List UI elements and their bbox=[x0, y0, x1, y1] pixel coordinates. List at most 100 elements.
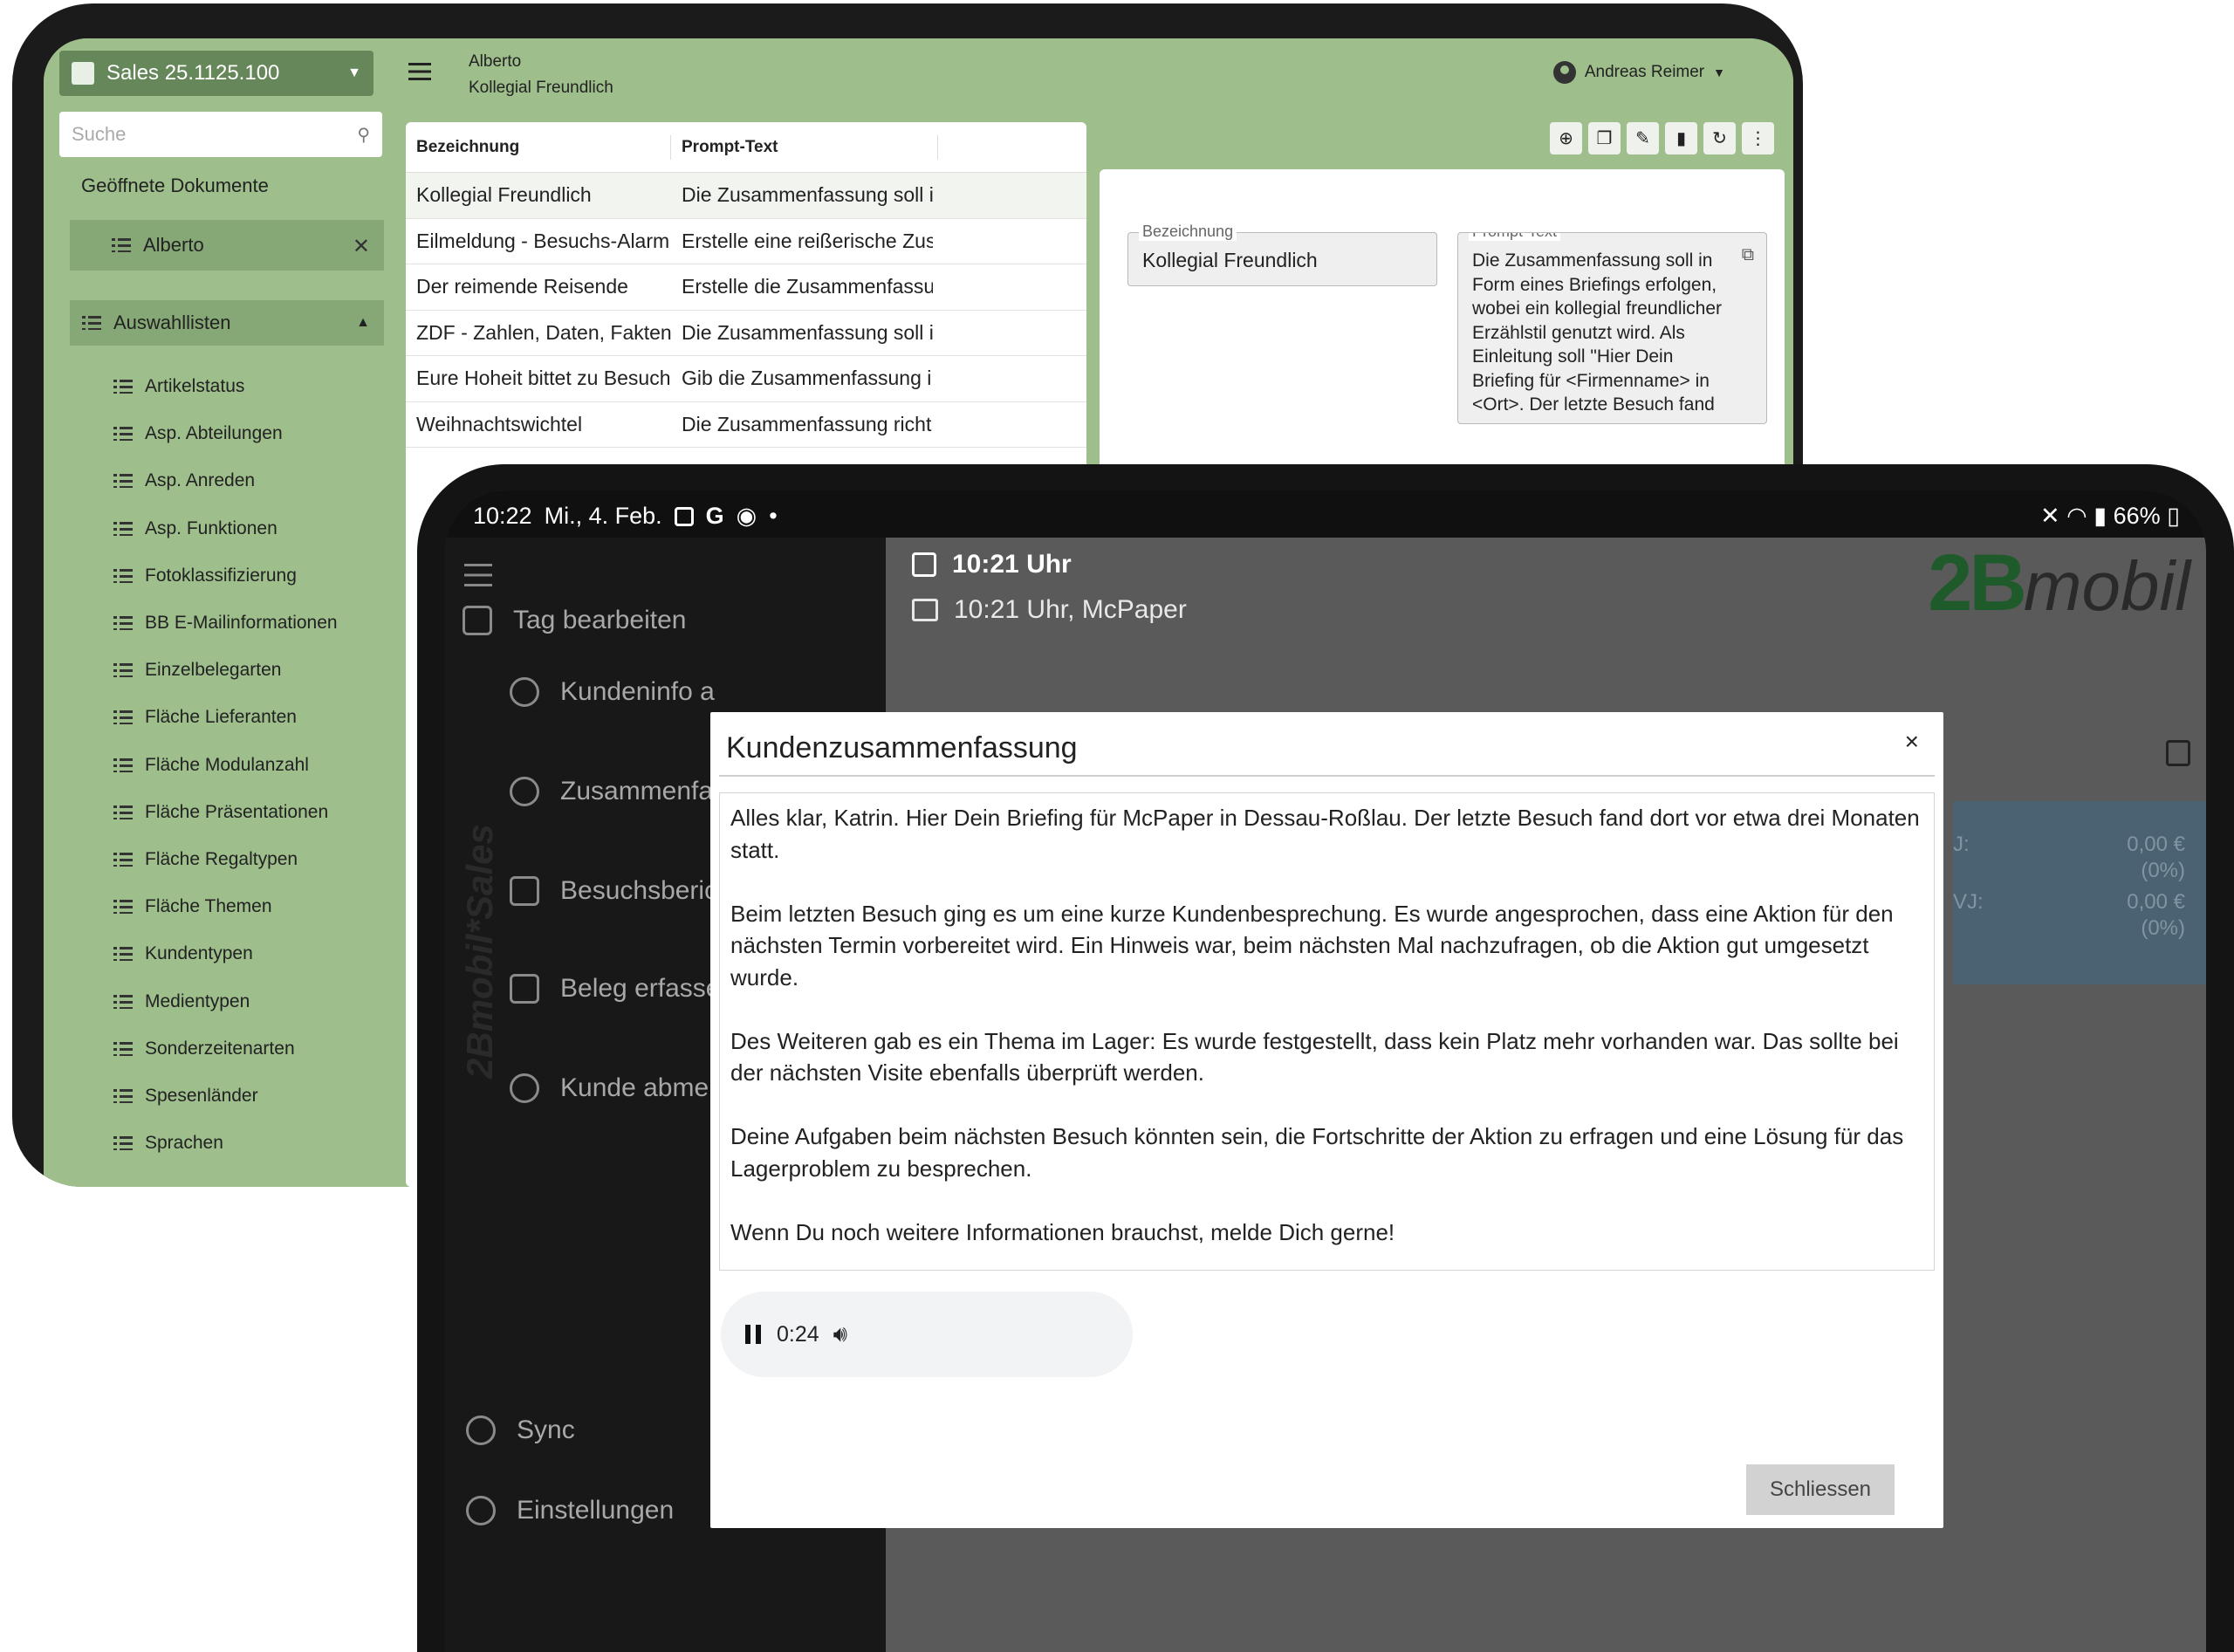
nav-item-sync[interactable]: Sync bbox=[466, 1416, 575, 1445]
nav-item-edit-day[interactable]: Tag bearbeiten bbox=[463, 606, 687, 635]
dialog-title: Kundenzusammenfassung bbox=[726, 731, 1078, 764]
visit-time-label: 10:21 Uhr bbox=[952, 550, 1072, 579]
list-item-label: Asp. Abteilungen bbox=[145, 423, 283, 444]
summary-paragraph: Des Weiteren gab es ein Thema im Lager: … bbox=[730, 1027, 1899, 1086]
stop-icon bbox=[510, 1073, 539, 1103]
list-item[interactable]: Sprachen bbox=[113, 1120, 338, 1167]
mute-icon: ✕ bbox=[2039, 503, 2060, 529]
hamburger-menu-icon[interactable] bbox=[464, 564, 492, 586]
list-item[interactable]: Einzelbelegarten bbox=[113, 647, 338, 694]
list-item[interactable]: BB E-Mailinformationen bbox=[113, 600, 338, 647]
refresh-icon[interactable]: ↻ bbox=[1703, 122, 1736, 154]
list-item[interactable]: Medientypen bbox=[113, 977, 338, 1025]
store-icon bbox=[510, 876, 539, 906]
pause-icon[interactable] bbox=[745, 1325, 761, 1344]
expand-panel-icon[interactable] bbox=[2166, 740, 2190, 766]
open-documents-title: Geöffnete Dokumente bbox=[81, 175, 269, 196]
list-item[interactable]: Sonderzeitenarten bbox=[113, 1025, 338, 1073]
signal-icon: ▮ bbox=[2094, 503, 2107, 529]
cell-name: ZDF - Zahlen, Daten, Fakten bbox=[416, 320, 671, 344]
hamburger-menu-icon[interactable] bbox=[408, 63, 431, 80]
summary-paragraph: Wenn Du noch weitere Informationen brauc… bbox=[730, 1218, 1395, 1245]
copy-icon[interactable]: ❐ bbox=[1588, 122, 1621, 154]
column-header-prompt[interactable]: Prompt-Text bbox=[671, 134, 938, 160]
close-icon[interactable]: × bbox=[1905, 728, 1919, 756]
search-box: ⚲ bbox=[59, 112, 382, 157]
list-item[interactable]: Fläche Lieferanten bbox=[113, 694, 338, 741]
nav-item-visit-report[interactable]: Besuchsberic bbox=[510, 876, 717, 906]
calendar-icon bbox=[463, 606, 492, 635]
list-icon bbox=[113, 1088, 133, 1104]
search-input[interactable] bbox=[72, 123, 358, 146]
list-icon bbox=[113, 946, 133, 962]
list-item[interactable]: Fläche Regaltypen bbox=[113, 836, 338, 883]
chevron-up-icon[interactable]: ▲ bbox=[356, 315, 370, 331]
table-row[interactable]: Weihnachtswichtel Die Zusammenfassung ri… bbox=[406, 402, 1086, 448]
zoom-preview-icon[interactable]: ⧉ bbox=[1742, 245, 1754, 265]
summary-textarea[interactable]: Alles klar, Katrin. Hier Dein Briefing f… bbox=[719, 792, 1935, 1271]
close-icon[interactable]: ✕ bbox=[353, 234, 370, 259]
add-icon[interactable]: ⊕ bbox=[1550, 122, 1582, 154]
cell-prompt: Die Zusammenfassung soll i... bbox=[682, 183, 933, 207]
search-icon[interactable]: ⚲ bbox=[357, 124, 370, 146]
name-field[interactable]: Bezeichnung Kollegial Freundlich bbox=[1127, 223, 1437, 286]
table-row[interactable]: ZDF - Zahlen, Daten, Fakten Die Zusammen… bbox=[406, 311, 1086, 356]
nav-item-settings[interactable]: Einstellungen bbox=[466, 1496, 674, 1525]
volume-icon[interactable]: 🔊︎ bbox=[833, 1320, 847, 1348]
selection-lists-header[interactable]: Auswahllisten ▲ bbox=[70, 300, 384, 346]
table-row[interactable]: Kollegial Freundlich Die Zusammenfassung… bbox=[406, 173, 1086, 219]
table-icon bbox=[82, 315, 101, 331]
battery-icon: ▯ bbox=[2167, 503, 2180, 529]
gear-icon bbox=[466, 1496, 496, 1525]
list-item-label: Sprachen bbox=[145, 1133, 223, 1154]
stat-pct-prev-year: (0%) bbox=[2141, 916, 2185, 940]
list-item[interactable]: Asp. Abteilungen bbox=[113, 410, 338, 457]
visit-store: 10:21 Uhr, McPaper bbox=[912, 595, 1187, 625]
record-toolbar: ⊕ ❐ ✎ ▮ ↻ ⋮ bbox=[1550, 122, 1774, 154]
status-bar: 10:22 Mi., 4. Feb. G ◉ • ✕ ◠ ▮ 66% ▯ bbox=[445, 490, 2206, 538]
list-item[interactable]: Artikelstatus bbox=[113, 363, 338, 410]
user-menu[interactable]: Andreas Reimer ▼ bbox=[1552, 61, 1725, 84]
list-icon bbox=[113, 379, 133, 394]
open-document-label: Alberto bbox=[143, 234, 204, 256]
list-icon bbox=[113, 709, 133, 725]
list-item[interactable]: Fotoklassifizierung bbox=[113, 552, 338, 600]
summary-paragraph: Beim letzten Besuch ging es um eine kurz… bbox=[730, 900, 1894, 991]
list-item[interactable]: Asp. Funktionen bbox=[113, 505, 338, 552]
google-icon: G bbox=[705, 503, 724, 529]
list-item[interactable]: Asp. Anreden bbox=[113, 457, 338, 504]
nav-item-summary[interactable]: Zusammenfas bbox=[510, 777, 726, 806]
column-header-name[interactable]: Bezeichnung bbox=[406, 134, 671, 160]
open-document-item[interactable]: Alberto ✕ bbox=[70, 220, 384, 271]
cell-name: Eure Hoheit bittet zu Besuch bbox=[416, 367, 671, 390]
list-item-label: Asp. Funktionen bbox=[145, 518, 278, 538]
brand-logo-word: mobil bbox=[2023, 547, 2190, 625]
delete-icon[interactable]: ▮ bbox=[1665, 122, 1697, 154]
list-icon bbox=[113, 805, 133, 820]
close-dialog-button[interactable]: Schliessen bbox=[1746, 1464, 1895, 1515]
nav-item-checkout[interactable]: Kunde abmel bbox=[510, 1073, 715, 1103]
list-item-label: Kundentypen bbox=[145, 943, 253, 964]
name-field-label: Bezeichnung bbox=[1139, 223, 1237, 241]
document-subtitle: Kollegial Freundlich bbox=[469, 79, 613, 97]
cell-prompt: Die Zusammenfassung richt... bbox=[682, 412, 933, 435]
more-vert-icon[interactable]: ⋮ bbox=[1742, 122, 1774, 154]
brand-watermark: 2Bmobil*Sales bbox=[459, 824, 500, 1079]
table-row[interactable]: Der reimende Reisende Erstelle die Zusam… bbox=[406, 264, 1086, 311]
prompt-field[interactable]: Prompt-Text Die Zusammenfassung soll in … bbox=[1457, 232, 1767, 424]
list-item-label: Spesenländer bbox=[145, 1085, 258, 1106]
table-row[interactable]: Eure Hoheit bittet zu Besuch Gib die Zus… bbox=[406, 356, 1086, 402]
selection-lists-title: Auswahllisten bbox=[113, 312, 231, 333]
list-icon bbox=[113, 426, 133, 442]
list-item[interactable]: Fläche Themen bbox=[113, 883, 338, 930]
edit-icon[interactable]: ✎ bbox=[1627, 122, 1659, 154]
list-item[interactable]: Fläche Präsentationen bbox=[113, 789, 338, 836]
cell-prompt: Die Zusammenfassung soll i... bbox=[682, 320, 933, 344]
app-switcher[interactable]: Sales 25.1125.100 ▼ bbox=[59, 51, 373, 96]
list-item[interactable]: Kundentypen bbox=[113, 930, 338, 977]
nav-item-customer-info[interactable]: Kundeninfo a bbox=[510, 677, 715, 707]
table-row[interactable]: Eilmeldung - Besuchs-Alarm Erstelle eine… bbox=[406, 219, 1086, 264]
list-item[interactable]: Fläche Modulanzahl bbox=[113, 742, 338, 789]
nav-item-receipt[interactable]: Beleg erfasse bbox=[510, 974, 720, 1004]
list-item[interactable]: Spesenländer bbox=[113, 1073, 338, 1120]
